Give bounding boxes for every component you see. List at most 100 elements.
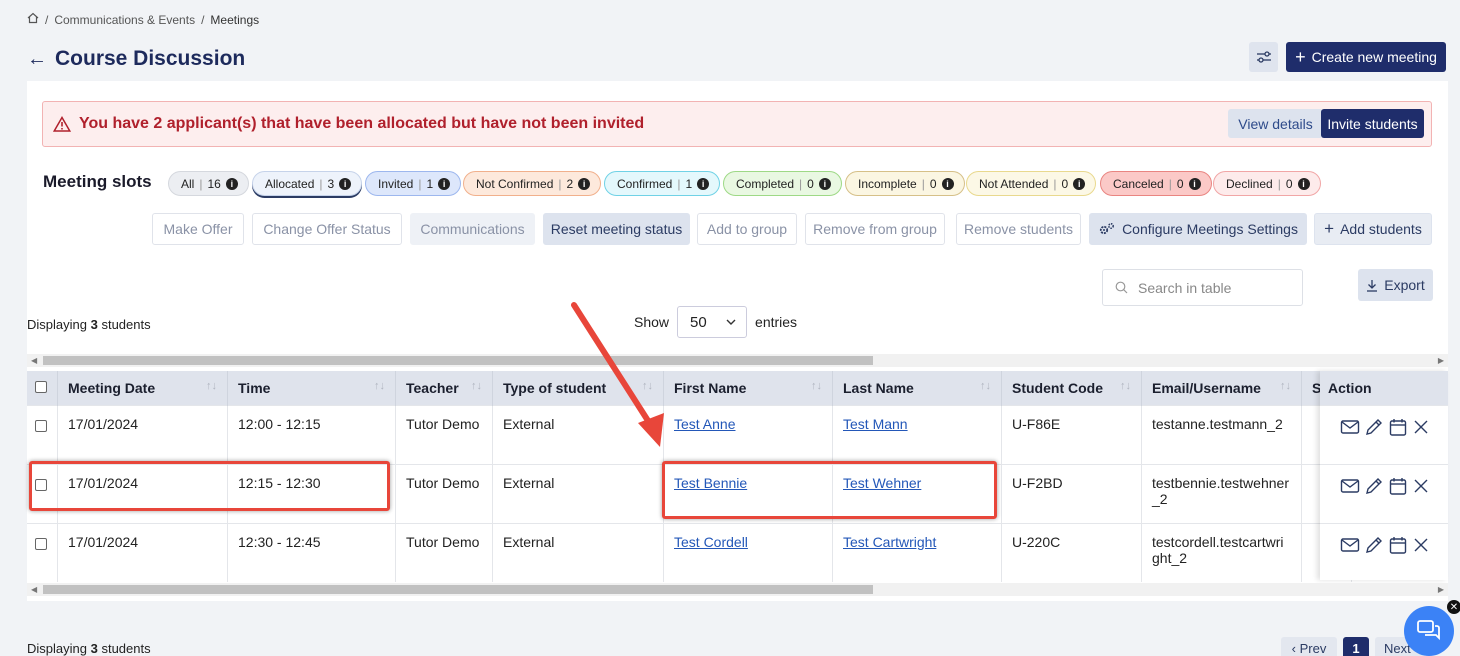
first-name-link[interactable]: Test Cordell: [674, 534, 748, 550]
horizontal-scrollbar-bottom[interactable]: ◀ ▶: [27, 583, 1448, 596]
entries-value: 50: [690, 313, 707, 331]
entries-select[interactable]: 50: [677, 306, 748, 338]
col-first-name[interactable]: First Name ↑↓: [663, 371, 833, 405]
chip-confirmed[interactable]: Confirmed | 1 i: [604, 171, 721, 196]
scroll-right-icon[interactable]: ▶: [1438, 583, 1444, 596]
chip-declined[interactable]: Declined | 0 i: [1213, 171, 1321, 196]
last-name-link[interactable]: Test Cartwright: [843, 534, 936, 550]
page-1-button[interactable]: 1: [1343, 637, 1369, 656]
chip-completed[interactable]: Completed | 0 i: [723, 171, 842, 196]
header-label: Email/Username: [1152, 379, 1261, 396]
remove-from-group-button[interactable]: Remove from group: [805, 213, 945, 245]
edit-icon[interactable]: [1364, 536, 1384, 554]
back-arrow-icon[interactable]: ←: [27, 48, 47, 71]
home-icon[interactable]: [27, 12, 39, 27]
edit-icon[interactable]: [1364, 418, 1384, 436]
chip-all[interactable]: All | 16 i: [168, 171, 249, 196]
export-button[interactable]: Export: [1358, 269, 1433, 301]
chip-count: 0: [1176, 176, 1184, 191]
sort-icon: ↑↓: [811, 379, 822, 392]
scroll-right-icon[interactable]: ▶: [1438, 354, 1444, 367]
make-offer-button[interactable]: Make Offer: [152, 213, 244, 245]
calendar-icon[interactable]: [1388, 477, 1408, 495]
view-details-button[interactable]: View details: [1228, 109, 1323, 138]
close-chat-icon[interactable]: ✕: [1447, 600, 1460, 614]
col-meeting-date[interactable]: Meeting Date ↑↓: [57, 371, 228, 405]
breadcrumb-section[interactable]: Communications & Events: [54, 13, 195, 27]
table-row: 17/01/2024 12:30 - 12:45 Tutor Demo Exte…: [27, 522, 1352, 582]
close-icon[interactable]: [1412, 418, 1430, 436]
cell-first-name: Test Cordell: [663, 522, 833, 582]
create-meeting-button[interactable]: + Create new meeting: [1286, 42, 1446, 72]
breadcrumb: / Communications & Events / Meetings: [27, 12, 259, 27]
cell-email: testanne.testmann_2: [1141, 404, 1302, 464]
chip-allocated[interactable]: Allocated | 3 i: [252, 171, 363, 196]
prev-page-button[interactable]: ‹ Prev: [1281, 637, 1337, 656]
displaying-count-bottom: Displaying 3 students: [27, 641, 151, 656]
chip-sep: |: [319, 176, 323, 191]
table-header-row: Meeting Date ↑↓ Time ↑↓ Teacher ↑↓ Type of …: [27, 371, 1352, 405]
header-label: Last Name: [843, 379, 914, 396]
mail-icon[interactable]: [1340, 418, 1360, 436]
create-meeting-label: Create new meeting: [1311, 49, 1437, 65]
chip-invited[interactable]: Invited | 1 i: [365, 171, 462, 196]
chip-incomplete[interactable]: Incomplete | 0 i: [845, 171, 965, 196]
search-input[interactable]: Search in table: [1102, 269, 1303, 306]
cell-first-name: Test Anne: [663, 404, 833, 464]
configure-meetings-button[interactable]: Configure Meetings Settings: [1089, 213, 1307, 245]
search-icon: [1115, 281, 1128, 294]
cell-time: 12:00 - 12:15: [227, 404, 396, 464]
communications-button[interactable]: Communications: [410, 213, 535, 245]
close-icon[interactable]: [1412, 536, 1430, 554]
remove-students-button[interactable]: Remove students: [956, 213, 1081, 245]
reset-meeting-status-button[interactable]: Reset meeting status: [543, 213, 690, 245]
chip-count: 16: [207, 176, 221, 191]
change-offer-status-button[interactable]: Change Offer Status: [252, 213, 402, 245]
col-time[interactable]: Time ↑↓: [227, 371, 396, 405]
chip-not-confirmed[interactable]: Not Confirmed | 2 i: [463, 171, 602, 196]
horizontal-scrollbar-top[interactable]: ◀ ▶: [27, 354, 1448, 367]
scrollbar-thumb[interactable]: [43, 585, 873, 594]
chip-count: 0: [807, 176, 814, 191]
cell-email: testcordell.testcartwright_2: [1141, 522, 1302, 582]
chip-sep: |: [677, 176, 681, 191]
close-icon[interactable]: [1412, 477, 1430, 495]
sort-icon: ↑↓: [471, 379, 482, 392]
info-icon: i: [1073, 177, 1086, 190]
add-to-group-button[interactable]: Add to group: [697, 213, 797, 245]
cell-date: 17/01/2024: [57, 404, 228, 464]
meeting-slots-label: Meeting slots: [43, 172, 152, 191]
scroll-left-icon[interactable]: ◀: [31, 354, 37, 367]
row-actions: [1320, 523, 1448, 582]
col-email[interactable]: Email/Username ↑↓: [1141, 371, 1302, 405]
scroll-left-icon[interactable]: ◀: [31, 583, 37, 596]
calendar-icon[interactable]: [1388, 536, 1408, 554]
col-last-name[interactable]: Last Name ↑↓: [832, 371, 1002, 405]
filter-settings-button[interactable]: [1249, 42, 1278, 72]
select-all-checkbox[interactable]: [35, 380, 47, 393]
row-select-cell: [27, 522, 58, 582]
chip-label: Confirmed: [617, 176, 673, 191]
chip-not-attended[interactable]: Not Attended | 0 i: [966, 171, 1097, 196]
info-icon: i: [1297, 177, 1310, 190]
chip-label: Not Confirmed: [476, 176, 554, 191]
chat-widget-button[interactable]: [1404, 606, 1454, 656]
row-select-cell: [27, 404, 58, 464]
last-name-link[interactable]: Test Mann: [843, 416, 908, 432]
calendar-icon[interactable]: [1388, 418, 1408, 436]
row-checkbox[interactable]: [35, 419, 47, 432]
mail-icon[interactable]: [1340, 536, 1360, 554]
header-label: Teacher: [406, 379, 459, 396]
chip-canceled[interactable]: Canceled | 0 i: [1100, 171, 1212, 196]
invite-students-button[interactable]: Invite students: [1321, 109, 1424, 138]
col-teacher[interactable]: Teacher ↑↓: [395, 371, 493, 405]
first-name-link[interactable]: Test Anne: [674, 416, 736, 432]
scrollbar-thumb[interactable]: [43, 356, 873, 365]
col-student-code[interactable]: Student Code ↑↓: [1001, 371, 1142, 405]
highlight-box-name: [662, 461, 997, 519]
edit-icon[interactable]: [1364, 477, 1384, 495]
mail-icon[interactable]: [1340, 477, 1360, 495]
chip-label: Canceled: [1113, 176, 1164, 191]
add-students-button[interactable]: + Add students: [1314, 213, 1432, 245]
row-checkbox[interactable]: [35, 537, 47, 550]
